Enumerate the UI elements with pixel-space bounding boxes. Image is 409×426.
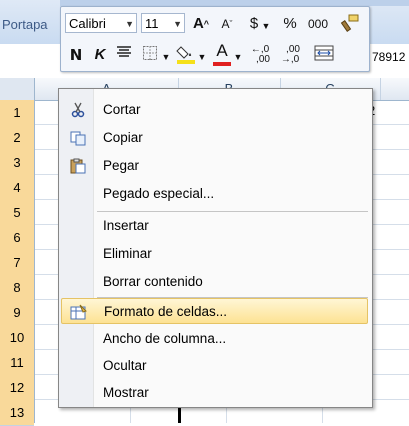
merge-center-icon[interactable] xyxy=(313,45,335,65)
center-align-icon[interactable] xyxy=(115,45,133,65)
row-header[interactable]: 12 xyxy=(0,375,34,401)
menu-item-label: Ancho de columna... xyxy=(103,331,227,346)
decrease-decimal-icon[interactable]: ,00 →,0 xyxy=(277,45,303,65)
copy-icon xyxy=(69,130,87,146)
row-header[interactable]: 3 xyxy=(0,150,34,176)
row-header[interactable]: 5 xyxy=(0,200,34,226)
chevron-down-icon: ▼ xyxy=(173,19,182,29)
menu-item-label: Insertar xyxy=(103,218,149,233)
ribbon-group-label[interactable]: Portapa xyxy=(2,17,48,32)
fill-color-icon[interactable] xyxy=(175,43,197,64)
grow-font-button[interactable]: A^ xyxy=(191,14,211,34)
menu-item-label: Mostrar xyxy=(103,385,149,400)
bold-button[interactable]: N xyxy=(67,45,85,65)
menu-item-label: Pegar xyxy=(103,158,140,173)
menu-item-pegado-especial[interactable]: Pegado especial... xyxy=(61,181,368,207)
chevron-down-icon[interactable]: ▼ xyxy=(197,47,207,67)
grow-font-icon: A xyxy=(192,15,204,32)
thousands-separator-button[interactable]: 000 xyxy=(304,14,332,34)
chevron-down-icon: ▼ xyxy=(125,19,134,29)
row-header[interactable]: 9 xyxy=(0,300,34,326)
shrink-font-icon: A xyxy=(221,17,230,31)
menu-item-eliminar[interactable]: Eliminar xyxy=(61,241,368,267)
font-color-letter: A xyxy=(216,41,228,60)
context-menu: Cortar Copiar Pegar Pegado especial... I… xyxy=(58,88,373,408)
chevron-down-icon[interactable]: ▼ xyxy=(261,16,271,36)
italic-button[interactable]: K xyxy=(91,45,109,65)
font-name-combo[interactable]: Calibri ▼ xyxy=(65,13,137,33)
row-header[interactable]: 8 xyxy=(0,275,34,301)
menu-item-label: Borrar contenido xyxy=(103,274,203,289)
menu-item-cortar[interactable]: Cortar xyxy=(61,97,368,123)
select-all-corner[interactable] xyxy=(0,78,35,101)
menu-separator xyxy=(97,211,368,212)
menu-item-ancho-de-columna[interactable]: Ancho de columna... xyxy=(61,326,368,352)
row-header[interactable]: 1 xyxy=(0,100,34,126)
cell-value: 78912 xyxy=(372,50,406,64)
font-size-combo[interactable]: 11 ▼ xyxy=(141,13,185,33)
font-color-bar xyxy=(213,62,231,66)
mini-toolbar: Calibri ▼ 11 ▼ A^ Aˇ $ ▼ % 000 N K ▼ ▼ A… xyxy=(60,6,370,72)
increase-decimal-icon[interactable]: ←,0,00 xyxy=(247,45,273,65)
menu-item-copiar[interactable]: Copiar xyxy=(61,125,368,151)
menu-item-label: Formato de celdas... xyxy=(104,304,228,319)
format-painter-icon[interactable] xyxy=(339,13,361,33)
row-header[interactable]: 6 xyxy=(0,225,34,251)
menu-item-pegar[interactable]: Pegar xyxy=(61,153,368,179)
row-header[interactable]: 10 xyxy=(0,325,34,351)
borders-icon[interactable] xyxy=(141,45,159,65)
row-header[interactable]: 2 xyxy=(0,125,34,151)
row-header[interactable]: 4 xyxy=(0,175,34,201)
row-header[interactable]: 11 xyxy=(0,350,34,376)
chevron-down-icon[interactable]: ▼ xyxy=(233,47,243,67)
menu-item-mostrar[interactable]: Mostrar xyxy=(61,380,368,406)
chevron-down-icon[interactable]: ▼ xyxy=(161,47,171,67)
shrink-font-button[interactable]: Aˇ xyxy=(217,14,237,34)
format-cells-icon xyxy=(70,304,88,320)
font-size-value: 11 xyxy=(145,16,159,31)
row-header[interactable]: 7 xyxy=(0,250,34,276)
menu-item-ocultar[interactable]: Ocultar xyxy=(61,353,368,379)
menu-item-label: Pegado especial... xyxy=(103,186,215,201)
menu-item-label: Eliminar xyxy=(103,246,152,261)
font-name-value: Calibri xyxy=(69,16,106,31)
font-color-button[interactable]: A xyxy=(211,41,233,67)
menu-item-borrar-contenido[interactable]: Borrar contenido xyxy=(61,269,368,295)
menu-item-label: Cortar xyxy=(103,102,141,117)
menu-item-formato-de-celdas[interactable]: Formato de celdas... xyxy=(61,298,368,324)
menu-item-label: Ocultar xyxy=(103,358,147,373)
scissors-icon xyxy=(69,102,87,118)
currency-button[interactable]: $ xyxy=(247,14,261,34)
paste-icon xyxy=(69,158,87,174)
menu-item-insertar[interactable]: Insertar xyxy=(61,213,368,239)
percent-button[interactable]: % xyxy=(281,14,299,34)
row-header-bar: 1 2 3 4 5 6 7 8 9 10 11 12 13 xyxy=(0,100,35,426)
row-header[interactable]: 13 xyxy=(0,400,34,426)
menu-item-label: Copiar xyxy=(103,130,143,145)
